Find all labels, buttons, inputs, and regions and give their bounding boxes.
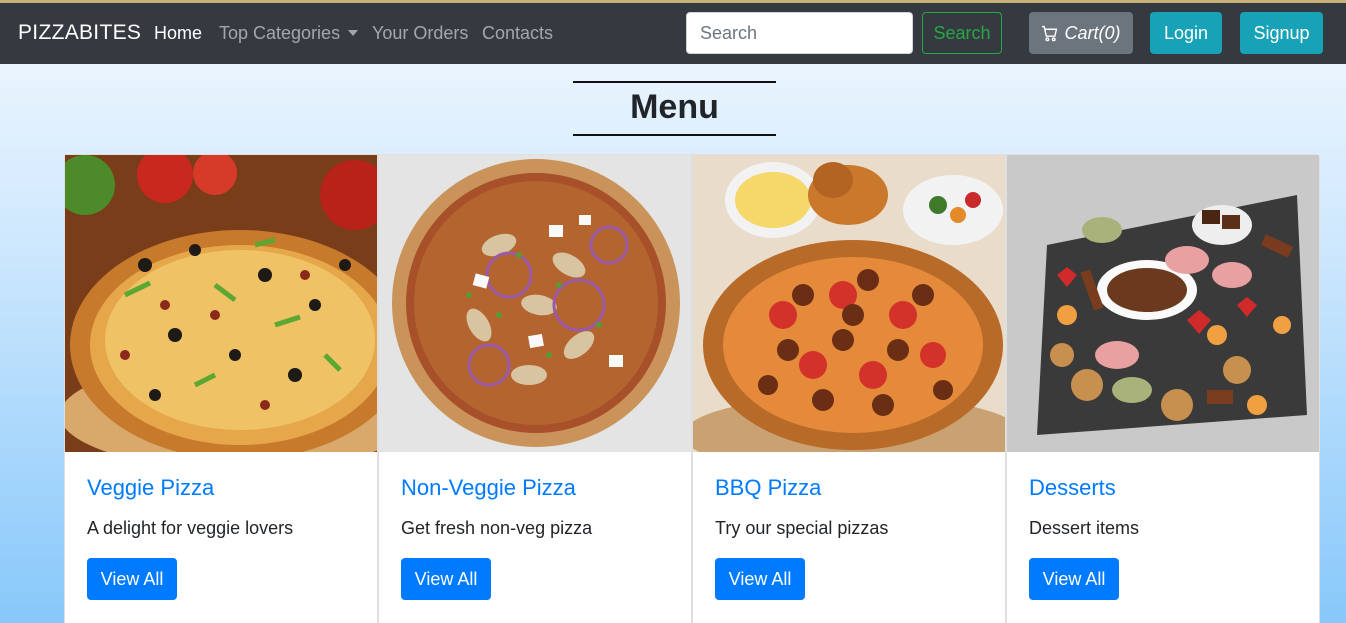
signup-button[interactable]: Signup — [1240, 12, 1323, 54]
navbar: PIZZABITES Home Top Categories Your Orde… — [0, 3, 1346, 64]
nav-home[interactable]: Home — [154, 23, 202, 44]
cart-icon — [1042, 25, 1058, 41]
nav-top-categories[interactable]: Top Categories — [219, 23, 359, 44]
view-all-button[interactable]: View All — [87, 558, 177, 600]
card-text: A delight for veggie lovers — [87, 518, 294, 538]
view-all-button[interactable]: View All — [401, 558, 491, 600]
card-text: Dessert items — [1029, 518, 1140, 538]
nav-top-categories-label: Top Categories — [219, 23, 341, 43]
menu-card-desserts: Desserts Dessert items View All — [1006, 154, 1320, 623]
card-title[interactable]: Desserts — [1029, 475, 1116, 501]
search-button[interactable]: Search — [922, 12, 1002, 54]
brand-logo[interactable]: PIZZABITES — [18, 21, 141, 45]
caret-down-icon — [348, 30, 359, 36]
menu-card-non-veggie: Non-Veggie Pizza Get fresh non-veg pizza… — [378, 154, 692, 623]
cart-label: Cart(0) — [1064, 22, 1121, 43]
nav-contacts[interactable]: Contacts — [482, 23, 553, 44]
desserts-image — [1007, 155, 1319, 452]
nav-your-orders[interactable]: Your Orders — [372, 23, 468, 44]
veggie-pizza-image — [65, 155, 377, 452]
card-text: Get fresh non-veg pizza — [401, 518, 593, 538]
card-text: Try our special pizzas — [715, 518, 889, 538]
menu-cards: Veggie Pizza A delight for veggie lovers… — [64, 154, 1322, 623]
menu-card-veggie: Veggie Pizza A delight for veggie lovers… — [64, 154, 378, 623]
non-veggie-pizza-image — [379, 155, 691, 452]
cart-button[interactable]: Cart(0) — [1029, 12, 1133, 54]
menu-heading: Menu — [573, 81, 776, 136]
search-input[interactable] — [686, 12, 913, 54]
menu-card-bbq: BBQ Pizza Try our special pizzas View Al… — [692, 154, 1006, 623]
card-title[interactable]: Veggie Pizza — [87, 475, 214, 501]
card-title[interactable]: Non-Veggie Pizza — [401, 475, 576, 501]
login-button[interactable]: Login — [1150, 12, 1222, 54]
view-all-button[interactable]: View All — [1029, 558, 1119, 600]
card-title[interactable]: BBQ Pizza — [715, 475, 821, 501]
bbq-pizza-image — [693, 155, 1005, 452]
view-all-button[interactable]: View All — [715, 558, 805, 600]
